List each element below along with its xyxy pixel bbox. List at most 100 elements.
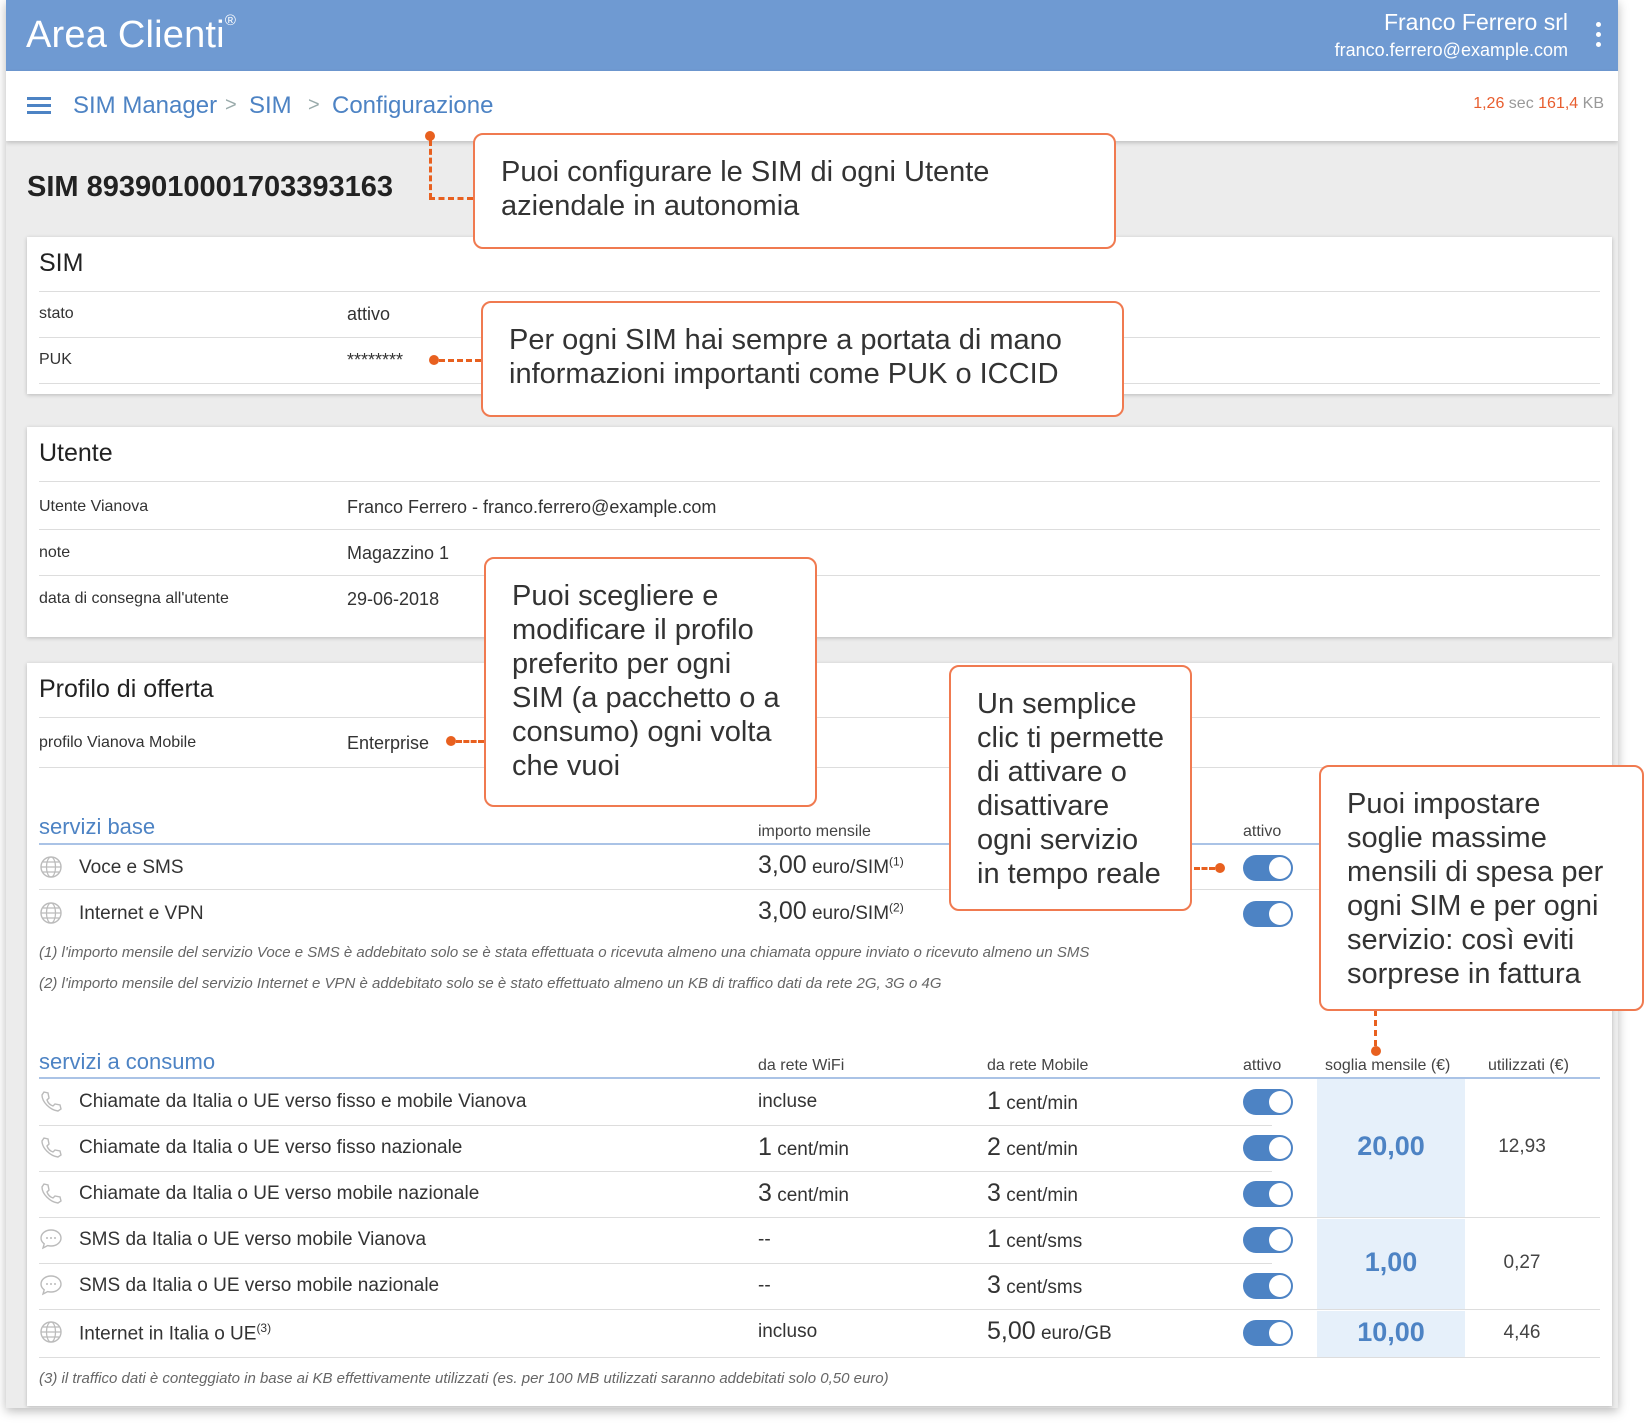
wifi-price: --: [758, 1275, 771, 1296]
globe-icon: [40, 902, 62, 924]
hamburger-menu-icon[interactable]: [27, 97, 51, 115]
service-name: Chiamate da Italia o UE verso mobile naz…: [79, 1183, 480, 1204]
card-title: SIM: [39, 249, 84, 277]
callout-connector: [429, 140, 432, 199]
service-toggle[interactable]: [1243, 1089, 1293, 1115]
note-value[interactable]: Magazzino 1: [347, 543, 449, 564]
callout-connector: [456, 740, 484, 743]
service-toggle[interactable]: [1243, 1273, 1293, 1299]
column-header: utilizzati (€): [1488, 1057, 1569, 1074]
callout-connector: [1374, 1010, 1377, 1046]
service-name: Internet in Italia o UE(3): [79, 1321, 272, 1345]
user-value: Franco Ferrero - franco.ferrero@example.…: [347, 497, 717, 517]
globe-icon: [40, 1321, 62, 1343]
phone-icon: [41, 1091, 62, 1112]
field-label: stato: [39, 305, 74, 322]
service-toggle[interactable]: [1243, 1135, 1293, 1161]
card-title: Utente: [39, 439, 113, 467]
field-label: data di consegna all'utente: [39, 590, 229, 607]
callout-dot: [1215, 863, 1225, 873]
callout-connector: [429, 197, 473, 200]
mobile-price: 1 cent/min: [987, 1087, 1078, 1115]
sms-icon: [40, 1229, 62, 1250]
service-toggle[interactable]: [1243, 901, 1293, 927]
service-name: Chiamate da Italia o UE verso fisso e mo…: [79, 1091, 527, 1112]
delivery-date-value: 29-06-2018: [347, 589, 440, 609]
user-card: Utente Utente Vianova Franco Ferrero - f…: [27, 427, 1612, 637]
service-price: 3,00 euro/SIM(2): [758, 897, 904, 925]
mobile-price: 5,00 euro/GB: [987, 1317, 1112, 1345]
mobile-price: 1 cent/sms: [987, 1225, 1083, 1253]
service-name: Voce e SMS: [79, 857, 184, 878]
column-header: importo mensile: [758, 823, 871, 840]
wifi-price: 3 cent/min: [758, 1179, 849, 1207]
field-label: profilo Vianova Mobile: [39, 734, 197, 751]
app-window: Area Clienti® Franco Ferrero srl franco.…: [6, 0, 1618, 1408]
used-value: 12,93: [1498, 1136, 1546, 1157]
callout-connector: [439, 359, 481, 362]
service-toggle[interactable]: [1243, 1181, 1293, 1207]
callout-profile: Puoi scegliere e modificare il profilo p…: [484, 557, 817, 807]
used-value: 4,46: [1503, 1322, 1541, 1343]
globe-icon: [40, 856, 62, 878]
perf-indicator: 1,26 sec 161,4 KB: [1473, 95, 1604, 112]
service-toggle[interactable]: [1243, 855, 1293, 881]
top-bar: Area Clienti® Franco Ferrero srl franco.…: [6, 0, 1618, 71]
callout-threshold: Puoi impostare soglie massime mensili di…: [1319, 765, 1644, 1011]
callout-puk: Per ogni SIM hai sempre a portata di man…: [481, 301, 1124, 417]
column-header: da rete WiFi: [758, 1057, 845, 1074]
field-label: note: [39, 544, 71, 561]
wifi-price: 1 cent/min: [758, 1133, 849, 1161]
user-email: franco.ferrero@example.com: [1334, 40, 1568, 60]
service-toggle[interactable]: [1243, 1320, 1293, 1346]
wifi-price: incluso: [758, 1321, 818, 1342]
app-title: Area Clienti®: [26, 12, 237, 56]
column-header: soglia mensile (€): [1325, 1057, 1451, 1074]
callout-dot: [1371, 1046, 1381, 1056]
callout-dot: [446, 736, 456, 746]
section-title-base: servizi base: [39, 814, 156, 839]
service-name: Chiamate da Italia o UE verso fisso nazi…: [79, 1137, 463, 1158]
breadcrumb-configurazione: Configurazione: [332, 92, 494, 119]
footnote: (3) il traffico dati è conteggiato in ba…: [39, 1370, 889, 1387]
callout-dot: [429, 355, 439, 365]
section-title-usage: servizi a consumo: [39, 1049, 216, 1074]
phone-icon: [41, 1183, 62, 1204]
breadcrumb-sim[interactable]: SIM: [249, 92, 292, 120]
service-name: SMS da Italia o UE verso mobile nazional…: [79, 1275, 440, 1296]
puk-value[interactable]: ********: [347, 350, 403, 371]
used-value: 0,27: [1503, 1252, 1541, 1273]
user-name[interactable]: Franco Ferrero srl: [1384, 9, 1568, 36]
field-label: Utente Vianova: [39, 498, 149, 515]
breadcrumb-separator-icon: >: [308, 94, 320, 116]
profile-value[interactable]: Enterprise: [347, 733, 429, 754]
breadcrumb-sim-manager[interactable]: SIM Manager: [73, 92, 217, 120]
nav-bar: SIM Manager > SIM > Configurazione 1,26 …: [6, 71, 1618, 141]
kebab-menu-icon[interactable]: [1590, 20, 1606, 52]
service-name: SMS da Italia o UE verso mobile Vianova: [79, 1229, 427, 1250]
service-toggle[interactable]: [1243, 1227, 1293, 1253]
mobile-price: 3 cent/sms: [987, 1271, 1083, 1299]
threshold-value[interactable]: 1,00: [1317, 1247, 1465, 1278]
column-header: attivo: [1243, 823, 1282, 840]
threshold-value[interactable]: 10,00: [1317, 1317, 1465, 1348]
breadcrumb-separator-icon: >: [225, 94, 237, 116]
mobile-price: 3 cent/min: [987, 1179, 1078, 1207]
callout-connector: [1194, 867, 1215, 870]
callout-config: Puoi configurare le SIM di ogni Utente a…: [473, 133, 1116, 249]
column-header: attivo: [1243, 1057, 1282, 1074]
footnote: (1) l'importo mensile del servizio Voce …: [39, 944, 1090, 961]
threshold-value[interactable]: 20,00: [1317, 1131, 1465, 1162]
wifi-price: --: [758, 1229, 771, 1250]
page-title: SIM 8939010001703393163: [27, 171, 394, 203]
service-name: Internet e VPN: [79, 903, 204, 924]
service-price: 3,00 euro/SIM(1): [758, 851, 904, 879]
mobile-price: 2 cent/min: [987, 1133, 1078, 1161]
card-title: Profilo di offerta: [39, 675, 214, 703]
wifi-price: incluse: [758, 1091, 818, 1112]
footnote: (2) l'importo mensile del servizio Inter…: [39, 975, 942, 992]
status-value: attivo: [347, 304, 391, 324]
sms-icon: [40, 1275, 62, 1296]
phone-icon: [41, 1137, 62, 1158]
column-header: da rete Mobile: [987, 1057, 1089, 1074]
